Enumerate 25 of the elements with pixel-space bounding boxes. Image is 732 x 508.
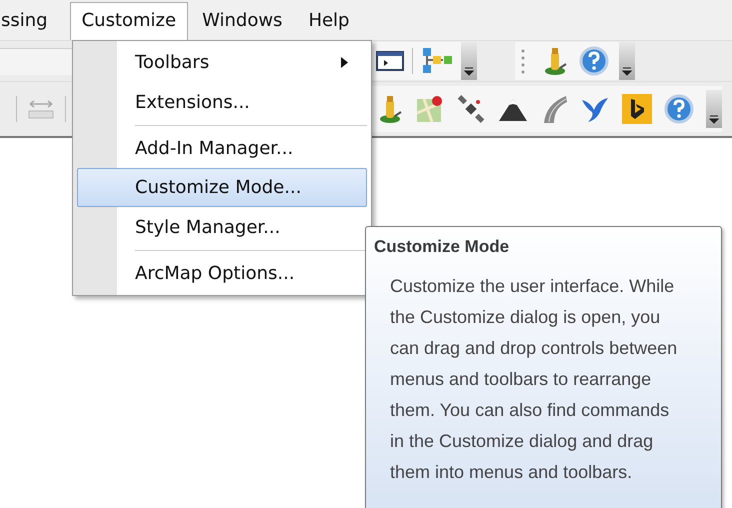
menu-item[interactable]: Customize Mode...: [77, 168, 367, 208]
pin-icon[interactable]: [543, 46, 569, 76]
menu-bar-item[interactable]: Help: [296, 0, 362, 40]
tooltip-title: Customize Mode: [374, 237, 510, 257]
menu-bar-item[interactable]: Windows: [190, 0, 294, 40]
tooltip-text: Customize the user interface. While the Customize dialog is open, you can drag and drop controls between menus and toolbars to rearrange them. You can also find commands in the Customize dialog and drag them into menus and toolbars.: [390, 275, 678, 484]
menu-bar-item[interactable]: Customize: [70, 2, 188, 40]
overflow-icon[interactable]: [706, 90, 722, 128]
grip-icon[interactable]: [521, 48, 525, 74]
overflow-icon[interactable]: [619, 42, 635, 80]
satellite-icon[interactable]: [456, 94, 486, 124]
bing-icon[interactable]: [622, 94, 652, 124]
network-icon[interactable]: [421, 47, 453, 75]
help-icon[interactable]: [664, 94, 694, 124]
menu-item[interactable]: Extensions...: [77, 82, 367, 122]
window-icon[interactable]: [376, 50, 404, 72]
overflow-icon[interactable]: [461, 42, 477, 80]
menu-item[interactable]: Toolbars: [77, 43, 367, 82]
menu-item[interactable]: Add-In Manager...: [77, 128, 367, 168]
help-icon[interactable]: [579, 46, 609, 76]
menu-item[interactable]: ArcMap Options...: [77, 254, 367, 294]
pin-icon[interactable]: [378, 94, 404, 124]
map-icon[interactable]: [416, 95, 444, 123]
menu-item[interactable]: Style Manager...: [77, 207, 367, 247]
menu-bar-item[interactable]: ssing: [0, 0, 60, 40]
